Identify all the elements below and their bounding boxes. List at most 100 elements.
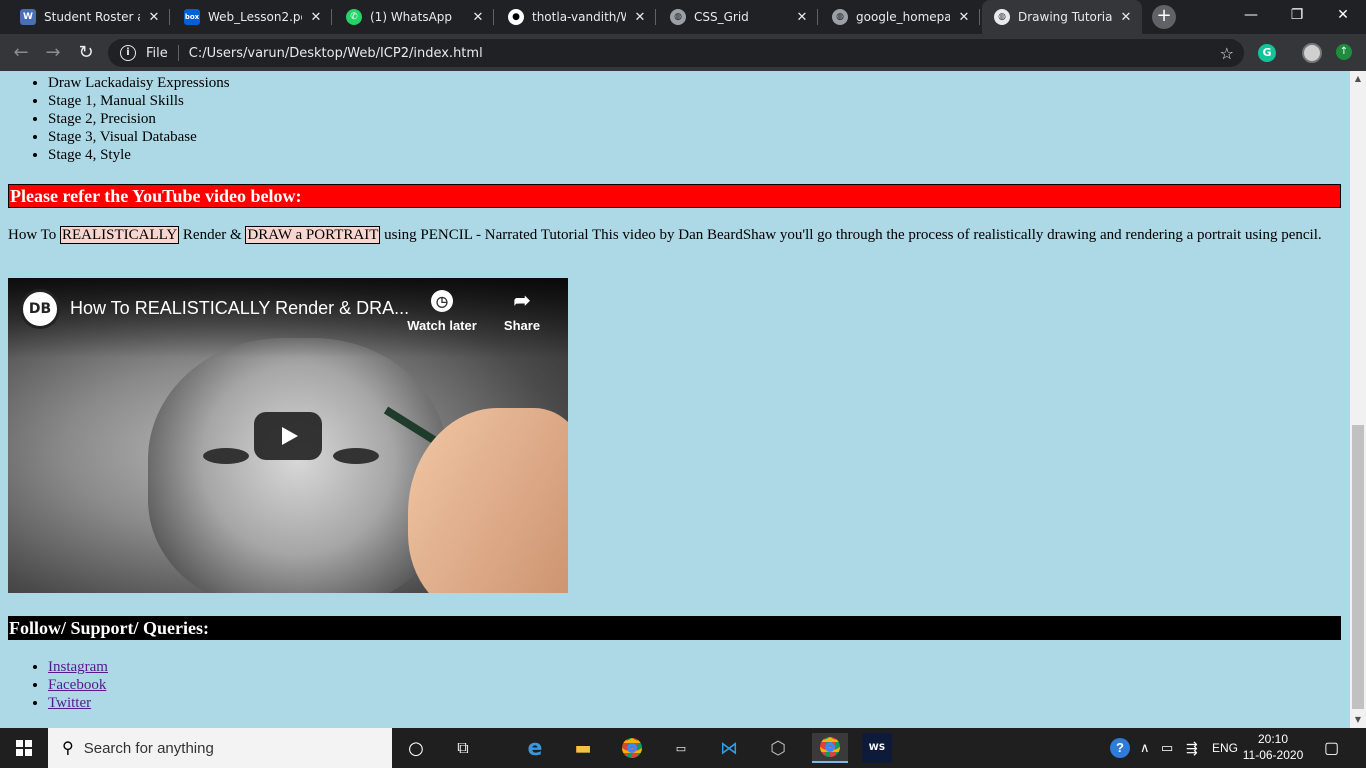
info-icon[interactable]: i xyxy=(120,45,136,61)
close-tab-icon[interactable]: ✕ xyxy=(632,10,648,25)
tab-title: Drawing Tutorials xyxy=(1018,10,1112,24)
restore-button[interactable]: ❐ xyxy=(1274,0,1320,30)
task-view-icon[interactable]: ⧉ xyxy=(448,733,478,763)
vertical-scrollbar[interactable]: ▲ ▼ xyxy=(1350,71,1366,728)
box-icon: box xyxy=(184,9,200,25)
video-description: How To REALISTICALLY Render & DRAW a POR… xyxy=(8,226,1338,244)
instagram-link[interactable]: Instagram xyxy=(48,659,108,675)
tab-title: thotla-vandith/Web xyxy=(532,10,626,24)
list-item: Instagram xyxy=(48,658,108,676)
facebook-link[interactable]: Facebook xyxy=(48,677,106,693)
share-label: Share xyxy=(503,318,541,333)
language-indicator[interactable]: ENG xyxy=(1212,728,1238,768)
tray-chevron-icon[interactable]: ∧ xyxy=(1140,728,1150,768)
update-arrow-icon[interactable]: ↑ xyxy=(1336,44,1352,60)
clock-date: 11-06-2020 xyxy=(1242,748,1304,762)
list-item: Stage 4, Style xyxy=(48,146,230,164)
scheme-label: File xyxy=(146,45,168,61)
twitter-link[interactable]: Twitter xyxy=(48,695,91,711)
bookmark-star-icon[interactable]: ☆ xyxy=(1220,44,1234,63)
play-button[interactable] xyxy=(254,412,322,460)
close-tab-icon[interactable]: ✕ xyxy=(1118,10,1134,25)
github-icon: ● xyxy=(508,9,524,25)
terminal-icon[interactable]: ▭ xyxy=(666,733,696,763)
tab-web-lesson-pdf[interactable]: box Web_Lesson2.pdf | P ✕ xyxy=(172,0,332,34)
portrait-eye xyxy=(333,448,379,464)
list-item: Stage 3, Visual Database xyxy=(48,128,230,146)
watch-later-button[interactable]: ◷ Watch later xyxy=(402,290,482,333)
browser-toolbar: ← → ↻ i File C:/Users/varun/Desktop/Web/… xyxy=(0,34,1366,71)
scroll-down-arrow-icon[interactable]: ▼ xyxy=(1350,712,1366,728)
channel-avatar[interactable]: DB xyxy=(20,289,60,329)
help-icon[interactable]: ? xyxy=(1110,728,1130,768)
page-content: Draw Lackadaisy Expressions Stage 1, Man… xyxy=(0,71,1350,728)
list-item: Draw Lackadaisy Expressions xyxy=(48,74,230,92)
tab-whatsapp[interactable]: ✆ (1) WhatsApp ✕ xyxy=(334,0,494,34)
edge-icon[interactable]: e xyxy=(520,733,550,763)
chrome-active-icon[interactable] xyxy=(812,733,848,763)
windows-logo-icon xyxy=(16,740,32,756)
tab-title: (1) WhatsApp xyxy=(370,10,453,24)
description-text: using PENCIL - Narrated Tutorial This vi… xyxy=(380,227,1322,243)
close-tab-icon[interactable]: ✕ xyxy=(308,10,324,25)
address-bar[interactable]: i File C:/Users/varun/Desktop/Web/ICP2/i… xyxy=(108,39,1244,67)
back-arrow-icon[interactable]: ← xyxy=(10,42,32,64)
video-section-heading: Please refer the YouTube video below: xyxy=(8,184,1341,208)
new-tab-button[interactable]: + xyxy=(1152,5,1176,29)
tab-student-roster[interactable]: W Student Roster and ✕ xyxy=(8,0,170,34)
tab-drawing-tutorials[interactable]: ◍ Drawing Tutorials ✕ xyxy=(982,0,1142,34)
tab-css-grid[interactable]: ◍ CSS_Grid ✕ xyxy=(658,0,818,34)
roster-icon: W xyxy=(20,9,36,25)
grammarly-extension-icon[interactable]: G xyxy=(1258,44,1276,62)
tab-title: Student Roster and xyxy=(44,10,140,24)
webstorm-icon[interactable]: WS xyxy=(862,733,892,763)
close-tab-icon[interactable]: ✕ xyxy=(794,10,810,25)
url-text[interactable]: C:/Users/varun/Desktop/Web/ICP2/index.ht… xyxy=(189,46,483,61)
search-icon: ⚲ xyxy=(62,740,74,757)
close-tab-icon[interactable]: ✕ xyxy=(146,10,162,25)
follow-section-heading: Follow/ Support/ Queries: xyxy=(8,616,1341,640)
clock-time: 20:10 xyxy=(1257,732,1289,746)
vscode-icon[interactable]: ⋈ xyxy=(714,733,744,763)
start-button[interactable] xyxy=(0,728,48,768)
youtube-video-embed[interactable]: DB How To REALISTICALLY Render & DRA... … xyxy=(8,278,568,593)
list-item: Stage 1, Manual Skills xyxy=(48,92,230,110)
tab-github[interactable]: ● thotla-vandith/Web ✕ xyxy=(496,0,656,34)
list-item: Twitter xyxy=(48,694,108,712)
globe-icon: ◍ xyxy=(670,9,686,25)
reload-icon[interactable]: ↻ xyxy=(75,42,97,64)
list-item: Facebook xyxy=(48,676,108,694)
social-links-list: Instagram Facebook Twitter xyxy=(0,658,108,712)
notifications-icon[interactable]: ▢ xyxy=(1324,728,1339,768)
description-text: How To xyxy=(8,227,61,243)
address-separator xyxy=(177,45,179,61)
scroll-up-arrow-icon[interactable]: ▲ xyxy=(1350,71,1366,87)
tab-title: Web_Lesson2.pdf | P xyxy=(208,10,302,24)
taskbar-search-box[interactable]: ⚲ Search for anything xyxy=(48,728,392,768)
battery-icon[interactable]: ▭ xyxy=(1161,728,1173,768)
clock-icon: ◷ xyxy=(431,290,453,312)
close-window-button[interactable]: ✕ xyxy=(1320,0,1366,30)
windows-taskbar: ⚲ Search for anything ○ ⧉ e ▬ ▭ ⋈ ⬡ WS ?… xyxy=(0,728,1366,768)
description-text: Render & xyxy=(179,227,246,243)
chrome-icon[interactable] xyxy=(617,733,647,763)
cortana-icon[interactable]: ○ xyxy=(401,733,431,763)
skills-list: Draw Lackadaisy Expressions Stage 1, Man… xyxy=(0,74,230,164)
portrait-eye xyxy=(203,448,249,464)
video-thumbnail-portrait xyxy=(148,338,448,593)
taskbar-clock[interactable]: 20:10 11-06-2020 xyxy=(1240,731,1306,763)
network-icon[interactable]: ⇶ xyxy=(1186,728,1198,768)
minimize-button[interactable]: — xyxy=(1228,0,1274,30)
virtualbox-icon[interactable]: ⬡ xyxy=(763,733,793,763)
share-button[interactable]: ➦ Share xyxy=(482,290,562,333)
tab-google-homepage[interactable]: ◍ google_homepage ✕ xyxy=(820,0,980,34)
file-explorer-icon[interactable]: ▬ xyxy=(568,733,598,763)
globe-icon: ◍ xyxy=(994,9,1010,25)
video-title[interactable]: How To REALISTICALLY Render & DRA... xyxy=(70,298,409,319)
scrollbar-thumb[interactable] xyxy=(1352,425,1364,709)
profile-avatar[interactable] xyxy=(1302,43,1322,63)
forward-arrow-icon[interactable]: → xyxy=(42,42,64,64)
close-tab-icon[interactable]: ✕ xyxy=(956,10,972,25)
close-tab-icon[interactable]: ✕ xyxy=(470,10,486,25)
list-item: Stage 2, Precision xyxy=(48,110,230,128)
